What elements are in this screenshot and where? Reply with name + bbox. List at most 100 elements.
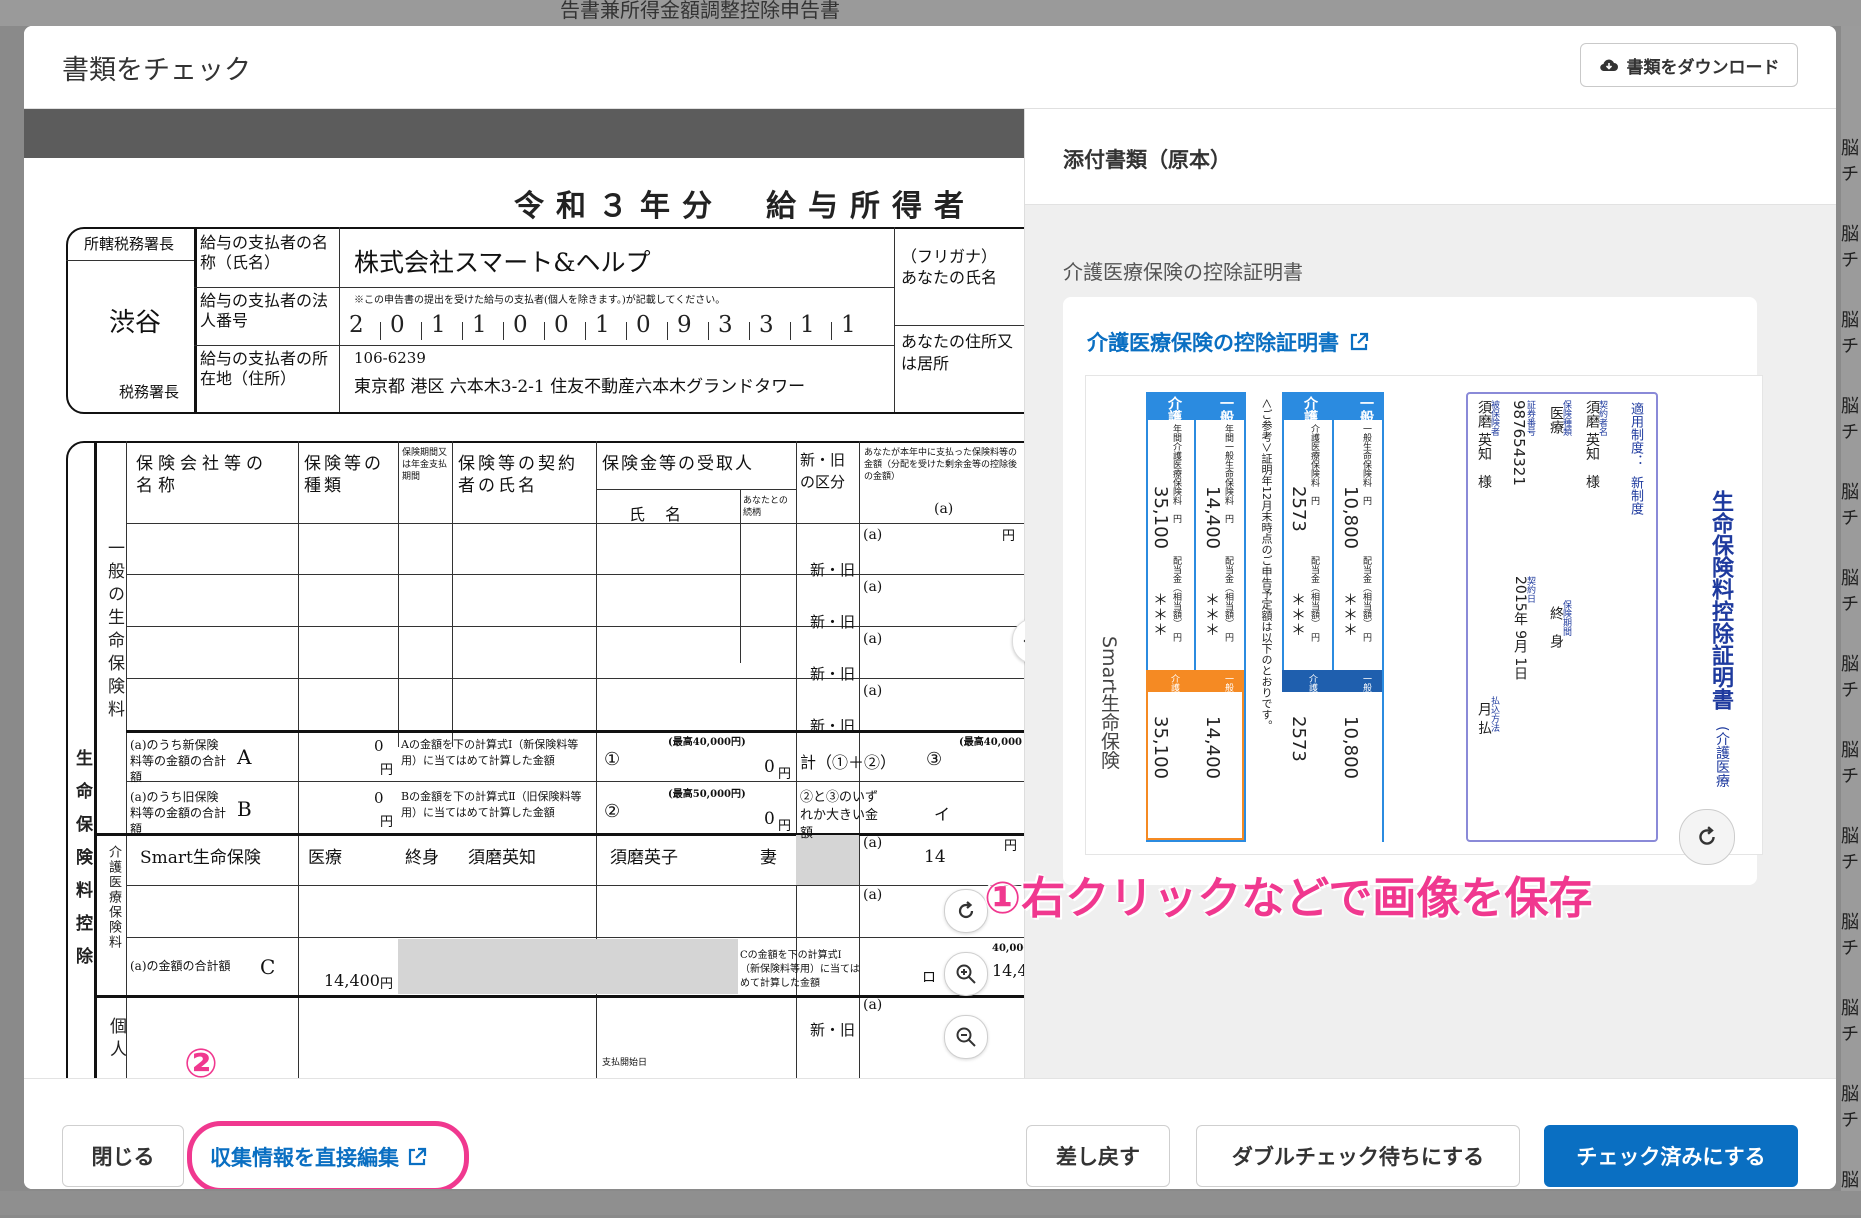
mark-checked-button[interactable]: チェック済みにする: [1544, 1125, 1798, 1187]
edit-collected-info-link[interactable]: 収集情報を直接編集: [210, 1131, 427, 1183]
return-button[interactable]: 差し戻す: [1026, 1125, 1170, 1187]
col-amount: あなたが本年中に支払った保険料等の金額（分配を受けた剰余金等の控除後の金額）: [864, 448, 1018, 482]
amount-a-mark: (a): [863, 631, 883, 647]
external-link-icon: [408, 1147, 427, 1166]
new-old-text: 新・旧: [810, 613, 856, 631]
rotate-document-button[interactable]: [944, 889, 988, 933]
background-bottom: [0, 1191, 1861, 1215]
col-new-old: 新・旧の区分: [800, 451, 846, 491]
old-total-letter: B: [237, 797, 252, 821]
general-label: 一般の生命保険料: [104, 539, 124, 723]
general-premium-value: 10,800: [1340, 486, 1361, 549]
attachment-card: 介護医療保険の控除証明書 生命保険料控除証明書 (介護医療 適用制度： 新制度 …: [1063, 297, 1763, 885]
rotate-attachment-button[interactable]: [1679, 809, 1735, 865]
payer-number-digit: 3: [759, 312, 774, 338]
attachments-title: 添付書類（原本）: [1063, 148, 1231, 172]
life-label: 生命保険料控除: [72, 749, 92, 980]
individual-new-old: 新・旧: [810, 1021, 856, 1039]
zoom-in-button[interactable]: [944, 952, 988, 996]
certificate-link[interactable]: 介護医療保険の控除証明書: [1087, 327, 1369, 357]
general-cert-total-label: 一般証明額: [1361, 674, 1371, 719]
return-button-label: 差し戻す: [1056, 1145, 1140, 1169]
payer-name: 株式会社スマート&ヘルプ: [354, 248, 651, 277]
care-calc-mark: ロ: [922, 970, 936, 986]
system-label: 適用制度：: [1628, 402, 1643, 467]
general-dividend-label: 配当金（相当額） 円: [1361, 556, 1371, 642]
payer-number-digit: 9: [677, 312, 692, 338]
payer-number-digit: 0: [554, 312, 569, 338]
general-cert-total-value: 10,800: [1340, 716, 1361, 779]
double-check-button[interactable]: ダブルチェック待ちにする: [1196, 1125, 1520, 1187]
document-toolbar: [24, 109, 1024, 158]
download-button[interactable]: 書類をダウンロード: [1580, 43, 1798, 87]
attachment-section-label: 介護医療保険の控除証明書: [1063, 260, 1303, 284]
tax-office-header: 所轄税務署長: [84, 235, 175, 253]
old-calc-mark: ②: [604, 801, 621, 822]
annotation-step-2: ②: [184, 1041, 218, 1087]
annual-care-dividend-value: ＊＊＊: [1151, 592, 1169, 637]
sum-mark: ③: [926, 749, 943, 770]
certificate-link-label: 介護医療保険の控除証明書: [1087, 331, 1339, 355]
background-row-text: 脳チ: [1841, 224, 1859, 271]
form-title: 令和３年分 給与所得者: [514, 189, 976, 224]
close-button[interactable]: 閉じる: [62, 1125, 184, 1187]
system-value: 新制度: [1628, 476, 1643, 515]
new-total-value: 0: [374, 737, 384, 755]
double-check-button-label: ダブルチェック待ちにする: [1231, 1145, 1485, 1169]
payer-number-digits: 2011001093311: [349, 312, 889, 342]
care-type: 医療: [308, 848, 342, 868]
care-recipient: 須磨英子: [610, 848, 678, 868]
payer-name-label: 給与の支払者の名称（氏名）: [200, 233, 329, 272]
tax-office-footer: 税務署長: [119, 383, 180, 401]
payer-number-digit: 0: [636, 312, 651, 338]
background-row-text: 脳チ: [1841, 826, 1859, 873]
yen-mark: 円: [380, 977, 394, 992]
background-row-text: 脳チ: [1841, 998, 1859, 1045]
modal-title: 書類をチェック: [62, 55, 251, 86]
col-recipient-name: 氏名: [629, 505, 702, 524]
care-amount-partial: 14: [924, 847, 946, 867]
digit-separator: [831, 322, 832, 340]
old-calc-value: 0: [764, 809, 775, 829]
amount-a-mark: (a): [863, 527, 883, 543]
contractor-value: 須磨 英知 様: [1584, 400, 1600, 489]
background-row-text: 脳チ: [1841, 482, 1859, 529]
document-viewer[interactable]: 令和３年分 給与所得者 所轄税務署長 渋谷 税務署長 給与の支払者の名称（氏名）…: [24, 109, 1025, 1078]
care-dividend-label: 配当金（相当額） 円: [1309, 556, 1319, 642]
pay-start-label: 支払開始日: [602, 1058, 648, 1068]
general-dividend-value: ＊＊＊: [1341, 592, 1359, 637]
annual-general-dividend-label: 配当金（相当額） 円: [1223, 556, 1233, 642]
annual-general-value: 14,400: [1202, 486, 1223, 549]
payer-postal: 106-6239: [354, 349, 426, 367]
new-calc-mark: ①: [604, 749, 621, 770]
care-calc-label: Cの金額を下の計算式Ⅰ（新保険料等用）に当てはめて計算した金額: [740, 950, 860, 989]
payer-number-digit: 1: [431, 312, 446, 338]
yen-mark: 円: [380, 815, 394, 830]
attachments-header: 添付書類（原本）: [1025, 109, 1836, 205]
payer-number-digit: 0: [513, 312, 528, 338]
yen-mark: 円: [1004, 839, 1018, 854]
col-relation: あなたとの続柄: [743, 496, 788, 518]
cloud-download-icon: [1599, 59, 1618, 72]
tax-office-name: 渋谷: [109, 308, 162, 338]
digit-separator: [626, 322, 627, 340]
care-declare-total-value: 35,100: [1150, 716, 1171, 779]
zoom-in-icon: [956, 964, 976, 984]
col-type: 保険等の種類: [304, 454, 384, 496]
care-amount-mark: (a): [863, 835, 883, 851]
period-value: 終 身: [1548, 606, 1564, 648]
yen-mark: 円: [778, 767, 792, 782]
yen-mark: 円: [778, 819, 792, 834]
care-calc-partial: 14,4: [992, 961, 1025, 980]
download-button-label: 書類をダウンロード: [1626, 57, 1780, 78]
payer-number-note: ※この申告書の提出を受けた給与の支払者(個人を除きます。)が記載してください。: [354, 295, 726, 306]
new-calc-max: (最高40,000円): [668, 737, 746, 748]
background-row-text: 脳チ: [1841, 1084, 1859, 1131]
certificate-image[interactable]: 生命保険料控除証明書 (介護医療 適用制度： 新制度 契約者名 須磨 英知 様 …: [1085, 375, 1763, 855]
mark-checked-button-label: チェック済みにする: [1576, 1145, 1766, 1169]
zoom-out-button[interactable]: [944, 1015, 988, 1059]
payer-number-label: 給与の支払者の法人番号: [200, 291, 329, 330]
background-right-column: 脳チ 脳チ 脳チ 脳チ 脳チ 脳チ 脳チ 脳チ 脳チ 脳チ 脳チ 脳チ 脳チ: [1841, 26, 1861, 1217]
external-link-icon: [1350, 332, 1369, 351]
new-old-text: 新・旧: [810, 665, 856, 683]
